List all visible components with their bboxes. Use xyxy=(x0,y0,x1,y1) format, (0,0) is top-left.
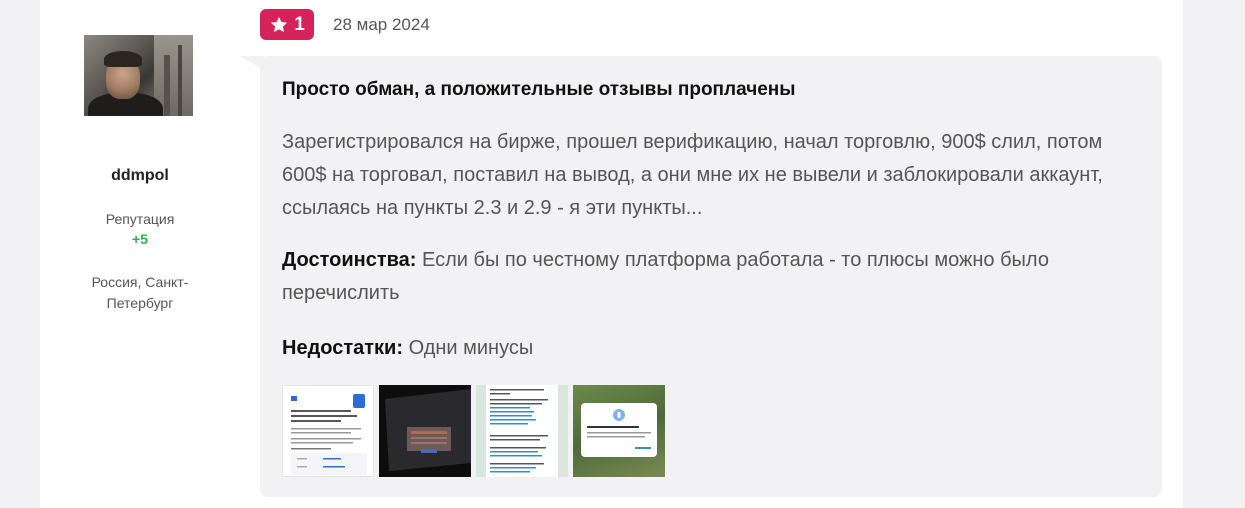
pros-label: Достоинства: xyxy=(282,249,417,271)
review-text[interactable]: Зарегистрировался на бирже, прошел вериф… xyxy=(282,126,1142,225)
rating-badge: 1 xyxy=(260,9,314,40)
review-title[interactable]: Просто обман, а положительные отзывы про… xyxy=(282,79,1142,101)
avatar[interactable] xyxy=(84,35,193,116)
username[interactable]: ddmpol xyxy=(40,167,240,185)
cons-text: Одни минусы xyxy=(408,337,534,359)
rating-value: 1 xyxy=(294,13,305,35)
reputation-label: Репутация xyxy=(105,211,175,227)
attachment-thumbnail[interactable] xyxy=(476,385,568,477)
reputation-value: +5 xyxy=(132,231,148,247)
review-pros: Достоинства: Если бы по честному платфор… xyxy=(282,244,1142,310)
attachment-thumbnail[interactable] xyxy=(282,385,374,477)
author-location: Россия, Санкт-Петербург xyxy=(91,274,189,311)
review-cons: Недостатки: Одни минусы xyxy=(282,332,1142,365)
attachment-thumbnail[interactable] xyxy=(573,385,665,477)
star-icon xyxy=(271,16,288,32)
cons-label: Недостатки: xyxy=(282,337,404,359)
attachment-thumbnail[interactable] xyxy=(379,385,471,477)
review-date: 28 мар 2024 xyxy=(333,15,430,34)
author-column: ddmpol Репутация +5 Россия, Санкт-Петерб… xyxy=(40,0,240,508)
